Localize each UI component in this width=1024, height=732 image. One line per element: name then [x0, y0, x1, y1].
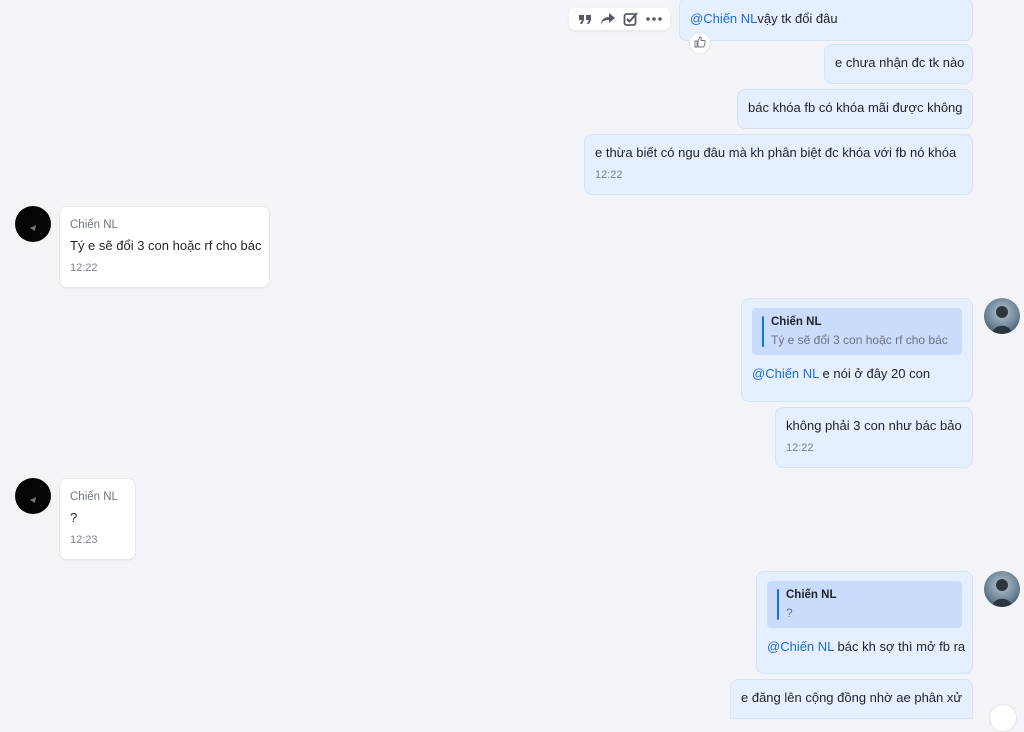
quote-text: Tý e sẽ đổi 3 con hoặc rf cho bác — [771, 333, 948, 347]
message-text: Tý e sẽ đổi 3 con hoặc rf cho bác — [70, 238, 262, 253]
scroll-down-button[interactable] — [989, 704, 1017, 732]
quote-icon[interactable] — [576, 10, 594, 28]
outgoing-message[interactable]: e chưa nhận đc tk nào — [824, 44, 973, 84]
forward-icon[interactable] — [599, 10, 617, 28]
sender-name: Chiến NL — [70, 491, 118, 503]
quote-sender: Chiến NL — [786, 589, 837, 601]
more-icon[interactable] — [645, 10, 663, 28]
message-time: 12:22 — [595, 169, 623, 181]
avatar[interactable] — [15, 206, 51, 242]
message-text: e đăng lên cộng đồng nhờ ae phân xử — [741, 690, 963, 705]
mention-link[interactable]: @Chiến NL — [767, 639, 834, 654]
message-text: @Chiến NL e nói ở đây 20 con — [752, 366, 931, 381]
outgoing-message[interactable]: e thừa biết có ngu đâu mà kh phân biệt đ… — [584, 134, 973, 195]
react-button[interactable] — [689, 32, 711, 54]
avatar[interactable] — [984, 298, 1020, 334]
outgoing-message[interactable]: bác khóa fb có khóa mãi được không — [737, 89, 973, 129]
avatar[interactable] — [984, 571, 1020, 607]
sender-name: Chiến NL — [70, 219, 118, 231]
message-text: không phải 3 con như bác bảo — [786, 418, 962, 433]
quote-sender: Chiến NL — [771, 316, 822, 328]
mention-link[interactable]: @Chiến NL — [690, 11, 757, 26]
outgoing-message[interactable]: @Chiến NLvậy tk đổi đâu — [679, 0, 973, 41]
message-text: ? — [70, 510, 78, 525]
avatar[interactable] — [15, 478, 51, 514]
task-icon[interactable] — [622, 10, 640, 28]
message-text: e thừa biết có ngu đâu mà kh phân biệt đ… — [595, 145, 957, 160]
outgoing-message[interactable]: Chiến NL ? @Chiến NL bác kh sợ thì mở fb… — [756, 571, 973, 674]
reply-quote[interactable]: Chiến NL Tý e sẽ đổi 3 con hoặc rf cho b… — [752, 308, 962, 355]
message-time: 12:22 — [70, 262, 98, 274]
message-text: bác khóa fb có khóa mãi được không — [748, 100, 963, 115]
reply-quote[interactable]: Chiến NL ? — [767, 581, 962, 628]
message-action-toolbar — [569, 8, 670, 30]
message-time: 12:22 — [786, 442, 814, 454]
outgoing-message[interactable]: không phải 3 con như bác bảo 12:22 — [775, 407, 973, 468]
outgoing-message[interactable]: Chiến NL Tý e sẽ đổi 3 con hoặc rf cho b… — [741, 298, 973, 402]
message-time: 12:23 — [70, 534, 98, 546]
quote-text: ? — [786, 606, 793, 620]
message-text: e chưa nhận đc tk nào — [835, 55, 965, 70]
thumbs-up-icon — [694, 36, 706, 51]
mention-link[interactable]: @Chiến NL — [752, 366, 819, 381]
message-text: @Chiến NL bác kh sợ thì mở fb ra — [767, 639, 966, 654]
incoming-message[interactable]: Chiến NL Tý e sẽ đổi 3 con hoặc rf cho b… — [59, 206, 270, 288]
incoming-message[interactable]: Chiến NL ? 12:23 — [59, 478, 136, 560]
outgoing-message[interactable]: e đăng lên cộng đồng nhờ ae phân xử — [730, 679, 973, 719]
message-text: @Chiến NLvậy tk đổi đâu — [690, 11, 838, 26]
